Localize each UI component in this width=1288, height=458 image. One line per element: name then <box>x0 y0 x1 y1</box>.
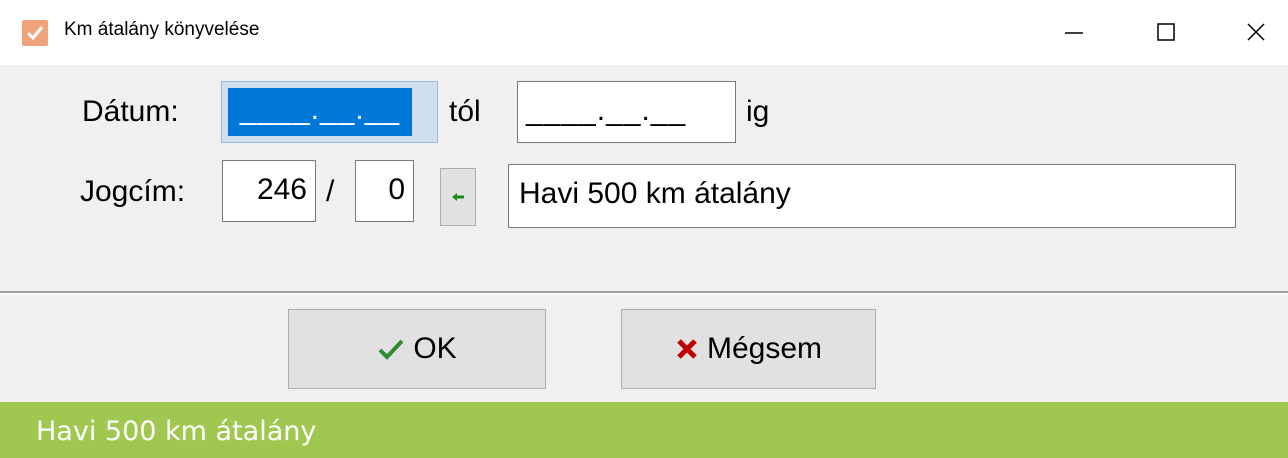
checkmark-icon <box>378 339 404 360</box>
date-from-input[interactable]: ____.__.__ <box>221 81 438 143</box>
minimize-button[interactable] <box>1042 0 1106 65</box>
jogcim-sub-input[interactable]: 0 <box>355 160 414 222</box>
datum-label: Dátum: <box>82 95 179 128</box>
minimize-icon <box>1065 32 1083 34</box>
jogcim-label: Jogcím: <box>80 175 186 208</box>
jogcim-main-input[interactable]: 246 <box>222 160 316 222</box>
caption-text: Havi 500 km átalány <box>36 416 317 447</box>
cancel-button-label: Mégsem <box>706 332 823 365</box>
jogcim-pick-button[interactable] <box>440 168 476 226</box>
close-icon <box>1247 23 1265 41</box>
checkmark-app-icon <box>22 20 48 46</box>
tol-label: tól <box>449 95 481 128</box>
cross-icon <box>677 339 697 359</box>
date-to-input[interactable]: ____.__.__ <box>517 81 736 143</box>
ok-button[interactable]: OK <box>288 309 546 389</box>
maximize-icon <box>1157 23 1175 41</box>
divider-highlight <box>0 293 1288 294</box>
arrow-left-icon <box>452 193 464 201</box>
window-title: Km átalány könyvelése <box>64 19 260 40</box>
cancel-button[interactable]: Mégsem <box>621 309 876 389</box>
date-from-value: ____.__.__ <box>228 88 412 136</box>
title-bar: Km átalány könyvelése <box>0 0 1288 65</box>
ok-button-label: OK <box>413 332 457 365</box>
maximize-button[interactable] <box>1134 0 1198 65</box>
close-button[interactable] <box>1224 0 1288 65</box>
jogcim-separator: / <box>326 175 335 208</box>
caption-bar: Havi 500 km átalány <box>0 402 1288 458</box>
ig-label: ig <box>746 95 770 128</box>
dialog-window: Km átalány könyvelése Dátum: ____.__.__ … <box>0 0 1288 402</box>
description-input[interactable]: Havi 500 km átalány <box>508 164 1236 228</box>
